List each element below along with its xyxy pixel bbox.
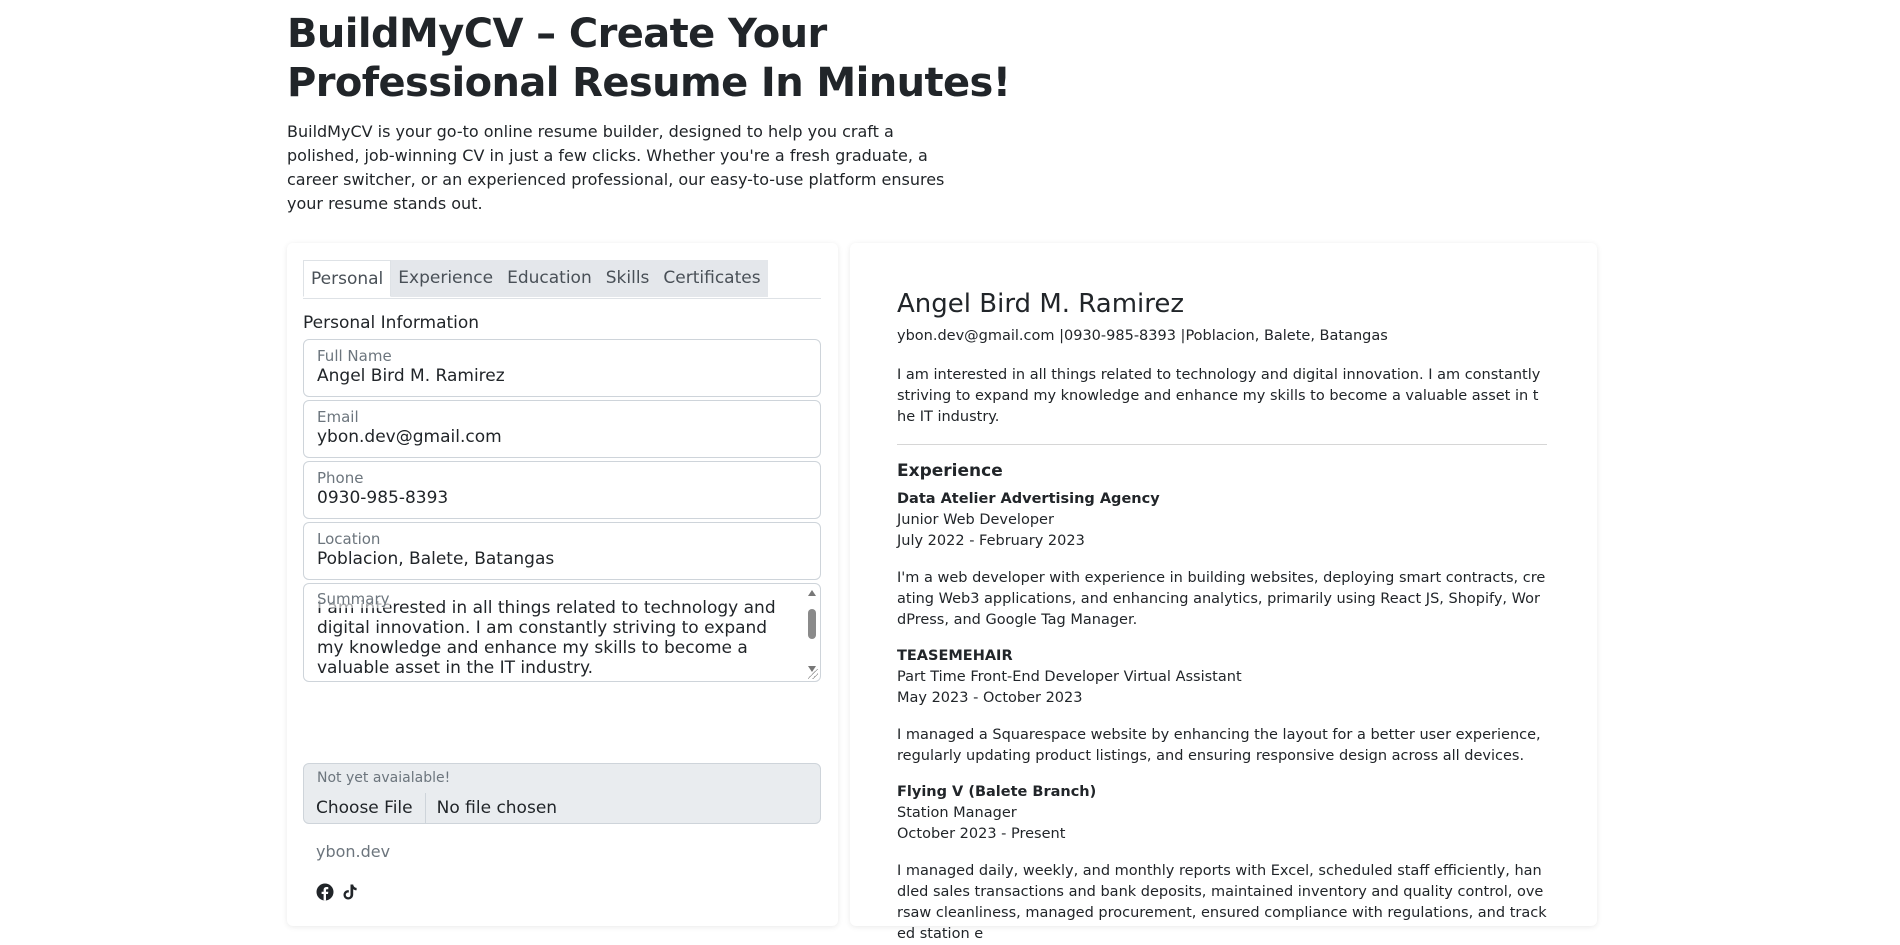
preview-summary: I am interested in all things related to…	[897, 367, 1541, 425]
divider	[897, 444, 1547, 445]
experience-entry: TEASEMEHAIR Part Time Front-End Develope…	[897, 646, 1547, 767]
experience-company: TEASEMEHAIR	[897, 648, 1013, 664]
full-name-label: Full Name	[317, 347, 392, 365]
tab-bar: Personal Experience Education Skills Cer…	[303, 260, 821, 299]
preview-name: Angel Bird M. Ramirez	[897, 289, 1185, 319]
experience-entry: Data Atelier Advertising Agency Junior W…	[897, 489, 1547, 631]
experience-dates: July 2022 - February 2023	[897, 533, 1085, 549]
tab-education[interactable]: Education	[500, 260, 599, 297]
tab-experience[interactable]: Experience	[391, 260, 501, 297]
tab-personal[interactable]: Personal	[303, 260, 392, 297]
page-title: BuildMyCV – Create Your Professional Res…	[287, 11, 1011, 106]
location-field[interactable]: Location Poblacion, Balete, Batangas	[303, 522, 821, 580]
facebook-icon[interactable]	[316, 883, 334, 901]
summary-label: Summary	[317, 590, 390, 608]
file-input[interactable]: Choose File No file chosen	[304, 793, 820, 823]
social-links	[316, 883, 359, 901]
email-label: Email	[317, 408, 359, 426]
experience-role: Junior Web Developer	[897, 512, 1054, 528]
choose-file-button[interactable]: Choose File	[304, 793, 426, 823]
tab-skills[interactable]: Skills	[598, 260, 657, 297]
location-input[interactable]: Poblacion, Balete, Batangas	[317, 549, 554, 569]
tiktok-icon[interactable]	[341, 883, 359, 901]
experience-entry: Flying V (Balete Branch) Station Manager…	[897, 782, 1547, 945]
summary-textarea[interactable]: I am interested in all things related to…	[317, 598, 777, 678]
summary-scrollbar[interactable]	[806, 590, 818, 672]
resume-preview-card: Angel Bird M. Ramirez ybon.dev@gmail.com…	[850, 243, 1597, 942]
full-name-field[interactable]: Full Name Angel Bird M. Ramirez	[303, 339, 821, 397]
summary-field[interactable]: Summary I am interested in all things re…	[303, 583, 821, 682]
experience-description: I'm a web developer with experience in b…	[897, 570, 1546, 628]
section-title: Personal Information	[303, 313, 480, 333]
phone-input[interactable]: 0930-985-8393	[317, 488, 448, 508]
experience-dates: May 2023 - October 2023	[897, 690, 1083, 706]
hero-section: BuildMyCV – Create Your Professional Res…	[287, 10, 1107, 216]
phone-label: Phone	[317, 469, 364, 487]
experience-description: I managed a Squarespace website by enhan…	[897, 727, 1541, 764]
resize-grip-icon[interactable]	[808, 669, 818, 679]
file-status: No file chosen	[436, 798, 558, 818]
phone-field[interactable]: Phone 0930-985-8393	[303, 461, 821, 519]
email-field[interactable]: Email ybon.dev@gmail.com	[303, 400, 821, 458]
experience-role: Station Manager	[897, 805, 1017, 821]
preview-contact: ybon.dev@gmail.com |0930-985-8393 |Pobla…	[897, 328, 1388, 344]
resume-form-card: Personal Experience Education Skills Cer…	[287, 243, 838, 926]
experience-role: Part Time Front-End Developer Virtual As…	[897, 669, 1242, 685]
full-name-input[interactable]: Angel Bird M. Ramirez	[317, 366, 505, 386]
photo-upload-label: Not yet avaialable!	[317, 770, 451, 786]
email-input[interactable]: ybon.dev@gmail.com	[317, 427, 502, 447]
experience-heading: Experience	[897, 461, 1003, 481]
experience-company: Flying V (Balete Branch)	[897, 784, 1097, 800]
scroll-up-icon[interactable]	[808, 590, 816, 596]
scroll-thumb[interactable]	[808, 609, 816, 639]
tab-certificates[interactable]: Certificates	[656, 260, 768, 297]
experience-company: Data Atelier Advertising Agency	[897, 491, 1160, 507]
experience-dates: October 2023 - Present	[897, 826, 1066, 842]
photo-upload-field: Not yet avaialable! Choose File No file …	[303, 763, 821, 824]
experience-description: I managed daily, weekly, and monthly rep…	[897, 863, 1547, 942]
footer-link[interactable]: ybon.dev	[316, 842, 390, 861]
location-label: Location	[317, 530, 381, 548]
page-description: BuildMyCV is your go-to online resume bu…	[287, 122, 945, 213]
